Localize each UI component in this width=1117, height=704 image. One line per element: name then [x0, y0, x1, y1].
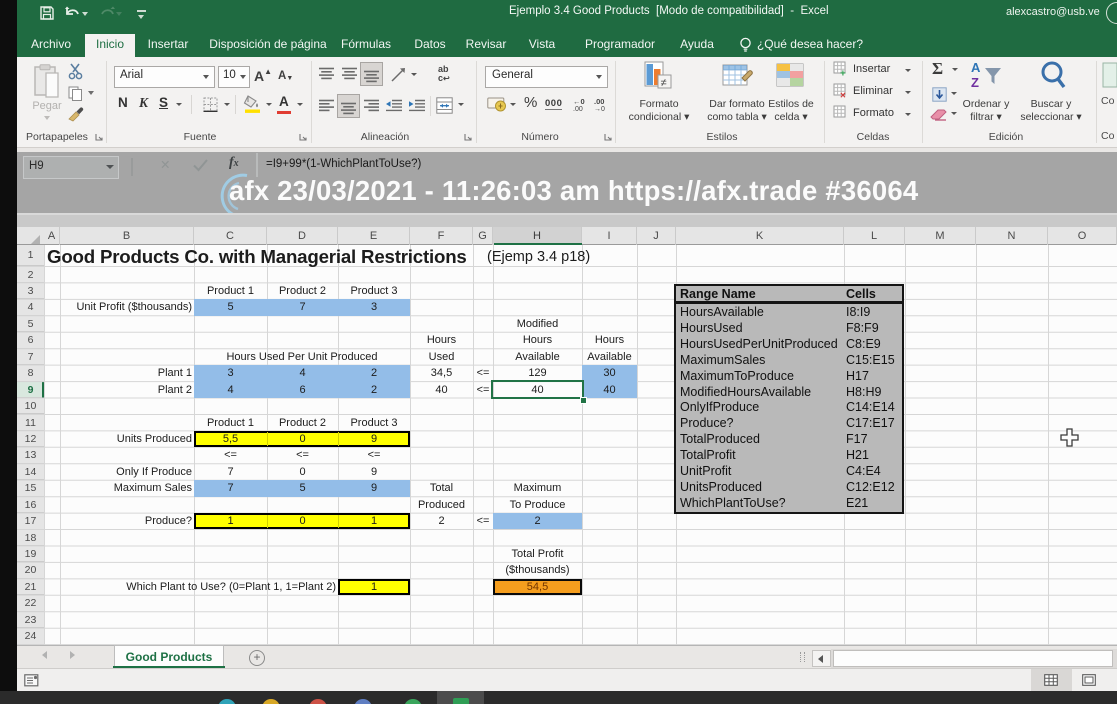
svg-text:←0: ←0: [573, 97, 585, 106]
svg-text:.00: .00: [594, 97, 604, 106]
svg-text:≠: ≠: [661, 77, 667, 89]
svg-text:A: A: [971, 60, 981, 75]
svg-text:.00: .00: [573, 106, 583, 112]
svg-text:Z: Z: [971, 75, 979, 90]
svg-text:+: +: [840, 69, 846, 78]
svg-text:×: ×: [840, 91, 846, 100]
svg-text:→0: →0: [594, 106, 605, 112]
